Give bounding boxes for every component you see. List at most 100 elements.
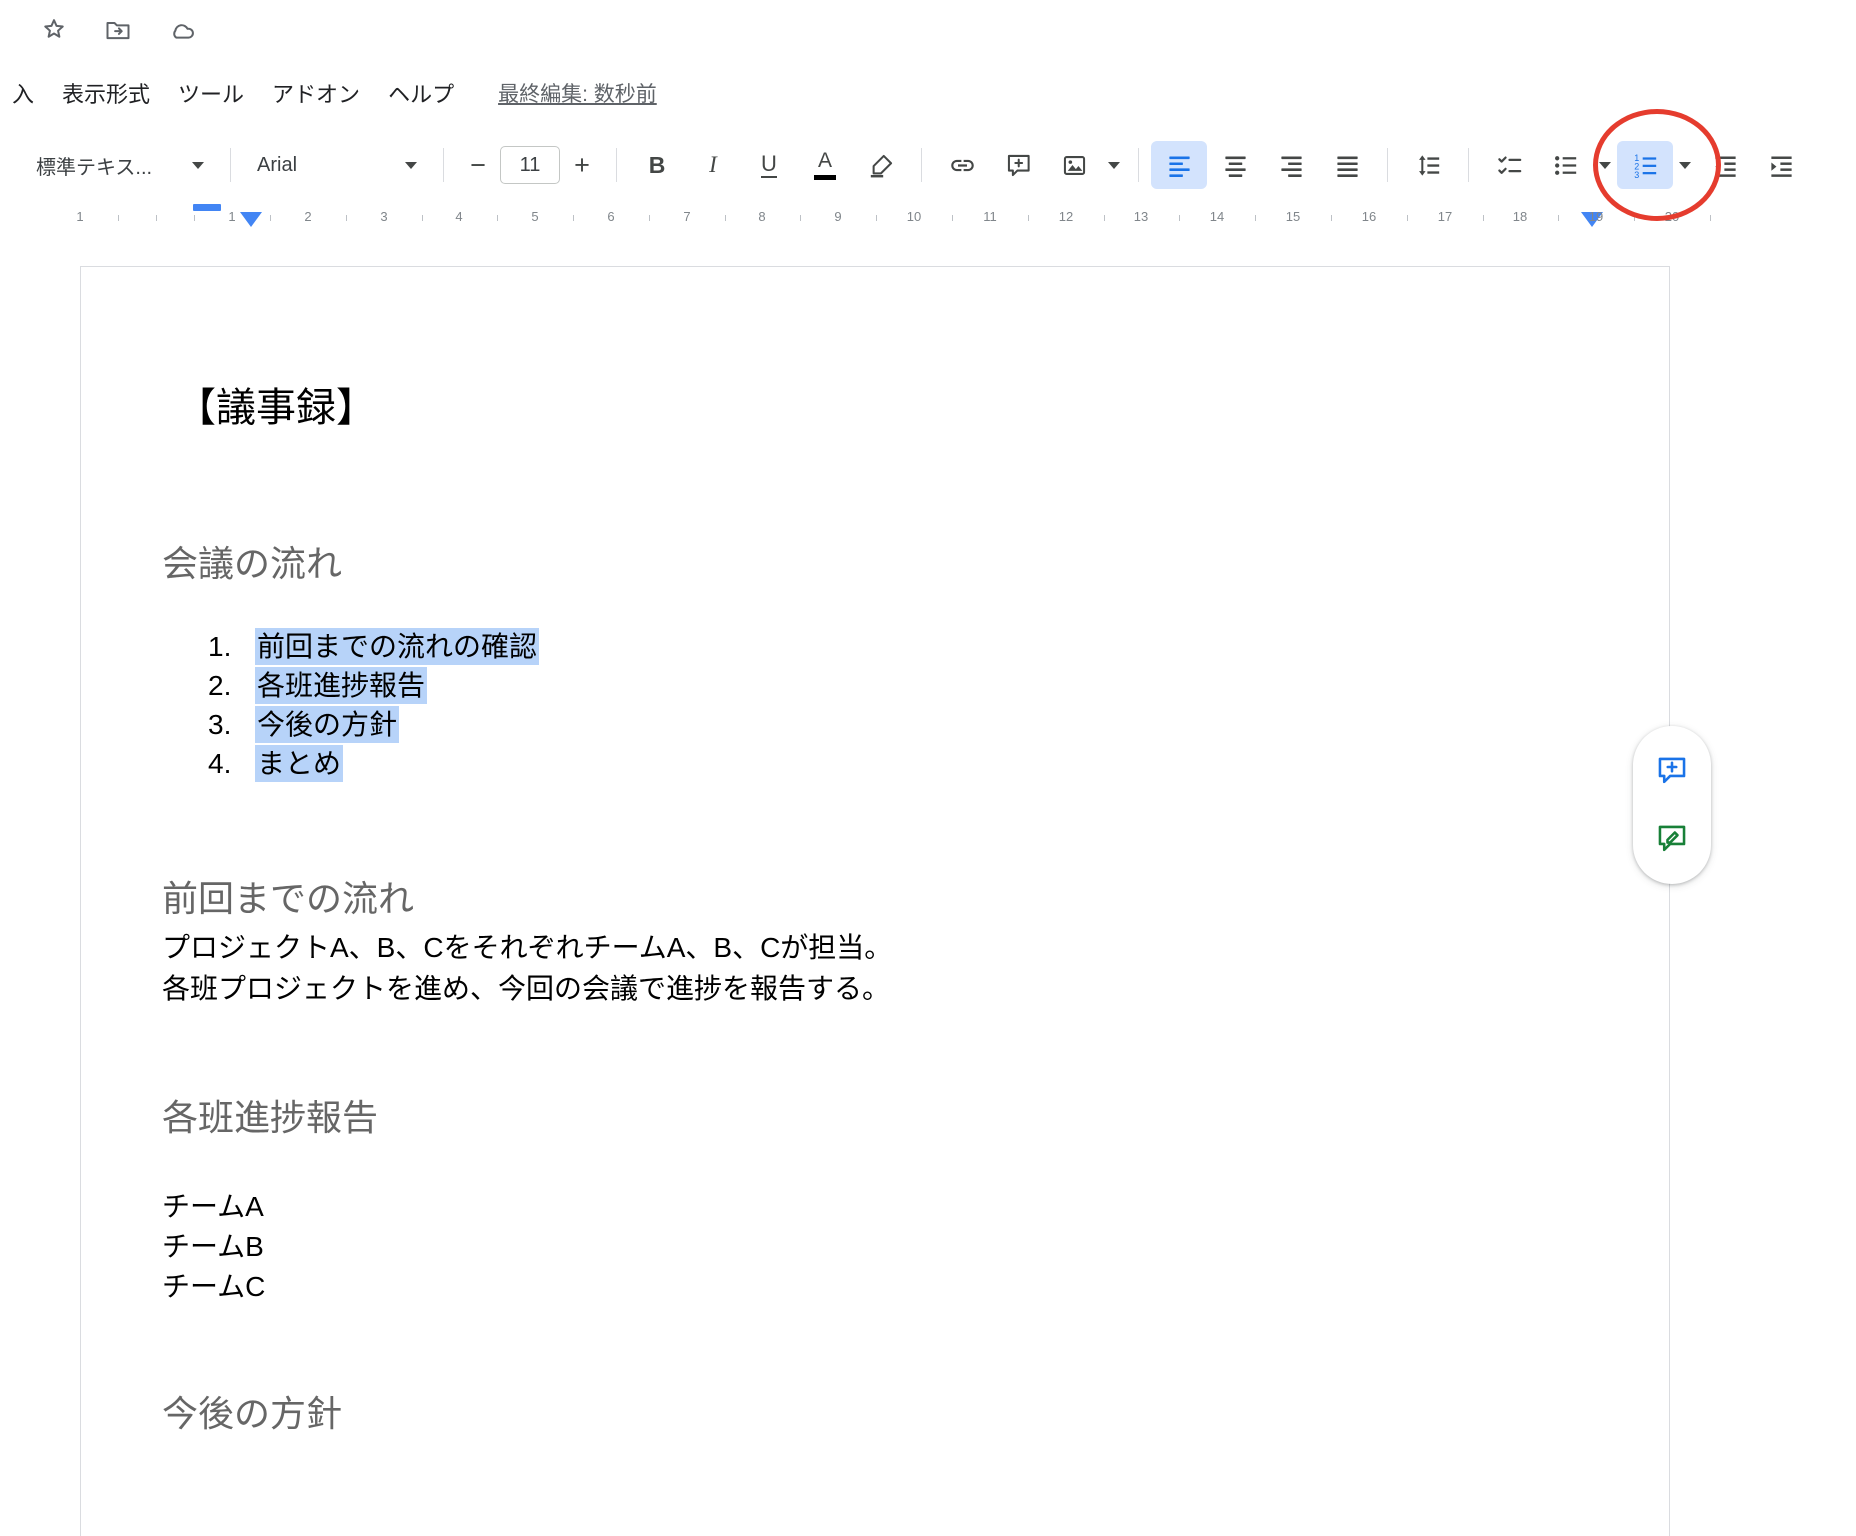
side-action-pill [1633, 726, 1711, 884]
ruler-mark: 4 [455, 209, 462, 224]
insert-link-button[interactable] [934, 141, 990, 189]
ruler-tick [725, 215, 726, 221]
menu-item-help[interactable]: ヘルプ [388, 77, 454, 109]
document-page[interactable]: 【議事録】 会議の流れ 1.前回までの流れの確認 2.各班進捗報告 3.今後の方… [80, 266, 1670, 1536]
checklist-button[interactable] [1481, 141, 1537, 189]
toolbar-separator [1138, 148, 1139, 182]
text-color-icon: A [814, 150, 836, 179]
font-size-decrease-button[interactable]: − [456, 141, 500, 189]
ruler-tick [1634, 215, 1635, 221]
ruler-tick [800, 215, 801, 221]
ruler-tick [346, 215, 347, 221]
ruler-mark: 8 [758, 209, 765, 224]
ruler-mark: 16 [1362, 209, 1376, 224]
bullet-list-options-dropdown[interactable] [1593, 141, 1617, 189]
suggest-edit-icon [1655, 822, 1689, 856]
ruler-tick [1028, 215, 1029, 221]
team-line: チームC [162, 1267, 265, 1307]
menu-item-tools[interactable]: ツール [178, 77, 244, 109]
ruler-mark: 13 [1134, 209, 1148, 224]
font-size-increase-button[interactable]: + [560, 141, 604, 189]
paragraph-previous: プロジェクトA、B、CをそれぞれチームA、B、Cが担当。 各班プロジェクトを進め… [162, 927, 892, 1009]
numbered-list-group: 123 [1617, 141, 1697, 189]
align-justify-button[interactable] [1319, 141, 1375, 189]
ruler-tick [1331, 215, 1332, 221]
list-item: 2.各班進捗報告 [208, 666, 539, 705]
star-icon[interactable] [38, 14, 70, 46]
left-indent-marker[interactable] [240, 212, 262, 227]
ruler[interactable]: 11234567891011121314151617181920 [0, 203, 1856, 233]
ruler-tick [270, 215, 271, 221]
align-left-button[interactable] [1151, 141, 1207, 189]
font-size-input[interactable]: 11 [500, 146, 560, 184]
selected-text: まとめ [255, 745, 343, 782]
add-comment-button[interactable] [990, 141, 1046, 189]
increase-indent-button[interactable] [1753, 141, 1809, 189]
italic-button[interactable]: I [685, 141, 741, 189]
ruler-mark: 6 [607, 209, 614, 224]
toolbar-separator [230, 148, 231, 182]
last-edit-link[interactable]: 最終編集: 数秒前 [498, 78, 657, 108]
image-options-dropdown[interactable] [1102, 141, 1126, 189]
increase-indent-icon [1768, 152, 1795, 179]
ruler-tick [1179, 215, 1180, 221]
first-line-indent-marker[interactable] [193, 204, 221, 211]
font-dropdown[interactable]: Arial [243, 143, 431, 187]
underline-button[interactable]: U [741, 141, 797, 189]
numbered-list-button[interactable]: 123 [1617, 141, 1673, 189]
cloud-status-icon[interactable] [166, 14, 198, 46]
underline-icon: U [761, 153, 777, 178]
ruler-mark: 5 [531, 209, 538, 224]
menu-item-addons[interactable]: アドオン [272, 77, 360, 109]
align-justify-icon [1334, 152, 1361, 179]
toolbar-separator [1468, 148, 1469, 182]
checklist-icon [1496, 152, 1523, 179]
toolbar-separator [616, 148, 617, 182]
align-center-button[interactable] [1207, 141, 1263, 189]
line-spacing-button[interactable] [1400, 141, 1456, 189]
bullet-list-icon [1552, 152, 1579, 179]
ruler-mark: 19 [1589, 209, 1603, 224]
ruler-mark: 10 [907, 209, 921, 224]
selected-text: 今後の方針 [255, 706, 399, 743]
suggest-edits-side-button[interactable] [1648, 815, 1696, 863]
ruler-mark: 1 [228, 209, 235, 224]
ruler-tick [1710, 215, 1711, 221]
heading-progress: 各班進捗報告 [162, 1089, 378, 1141]
move-folder-icon[interactable] [102, 14, 134, 46]
ruler-tick [1104, 215, 1105, 221]
italic-icon: I [709, 152, 717, 178]
heading-previous: 前回までの流れ [162, 870, 414, 922]
bullet-list-button[interactable] [1537, 141, 1593, 189]
image-icon [1061, 152, 1088, 179]
decrease-indent-button[interactable] [1697, 141, 1753, 189]
font-label: Arial [257, 154, 297, 177]
menu-item-format[interactable]: 表示形式 [62, 77, 150, 109]
add-comment-side-button[interactable] [1648, 747, 1696, 795]
ruler-tick [1255, 215, 1256, 221]
insert-image-button[interactable] [1046, 141, 1102, 189]
ruler-mark: 12 [1059, 209, 1073, 224]
toolbar: 標準テキス... Arial − 11 + B I U A [0, 132, 1856, 198]
ruler-mark: 3 [380, 209, 387, 224]
menu-item-insert-cutoff[interactable]: 入 [12, 77, 34, 109]
ruler-tick [156, 215, 157, 221]
ruler-tick [1558, 215, 1559, 221]
bold-button[interactable]: B [629, 141, 685, 189]
quick-actions-bar [38, 14, 198, 46]
paragraph-style-label: 標準テキス... [36, 151, 152, 180]
ruler-tick [1483, 215, 1484, 221]
ruler-tick [118, 215, 119, 221]
chevron-down-icon [1679, 162, 1691, 169]
paragraph-style-dropdown[interactable]: 標準テキス... [22, 143, 218, 187]
align-right-button[interactable] [1263, 141, 1319, 189]
selected-text: 各班進捗報告 [255, 667, 427, 704]
text-color-button[interactable]: A [797, 141, 853, 189]
list-item: 3.今後の方針 [208, 705, 539, 744]
highlight-color-button[interactable] [853, 141, 909, 189]
ruler-mark: 20 [1665, 209, 1679, 224]
numbered-list-options-dropdown[interactable] [1673, 141, 1697, 189]
numbered-list: 1.前回までの流れの確認 2.各班進捗報告 3.今後の方針 4.まとめ [208, 627, 539, 783]
ruler-mark: 17 [1438, 209, 1452, 224]
align-right-icon [1278, 152, 1305, 179]
